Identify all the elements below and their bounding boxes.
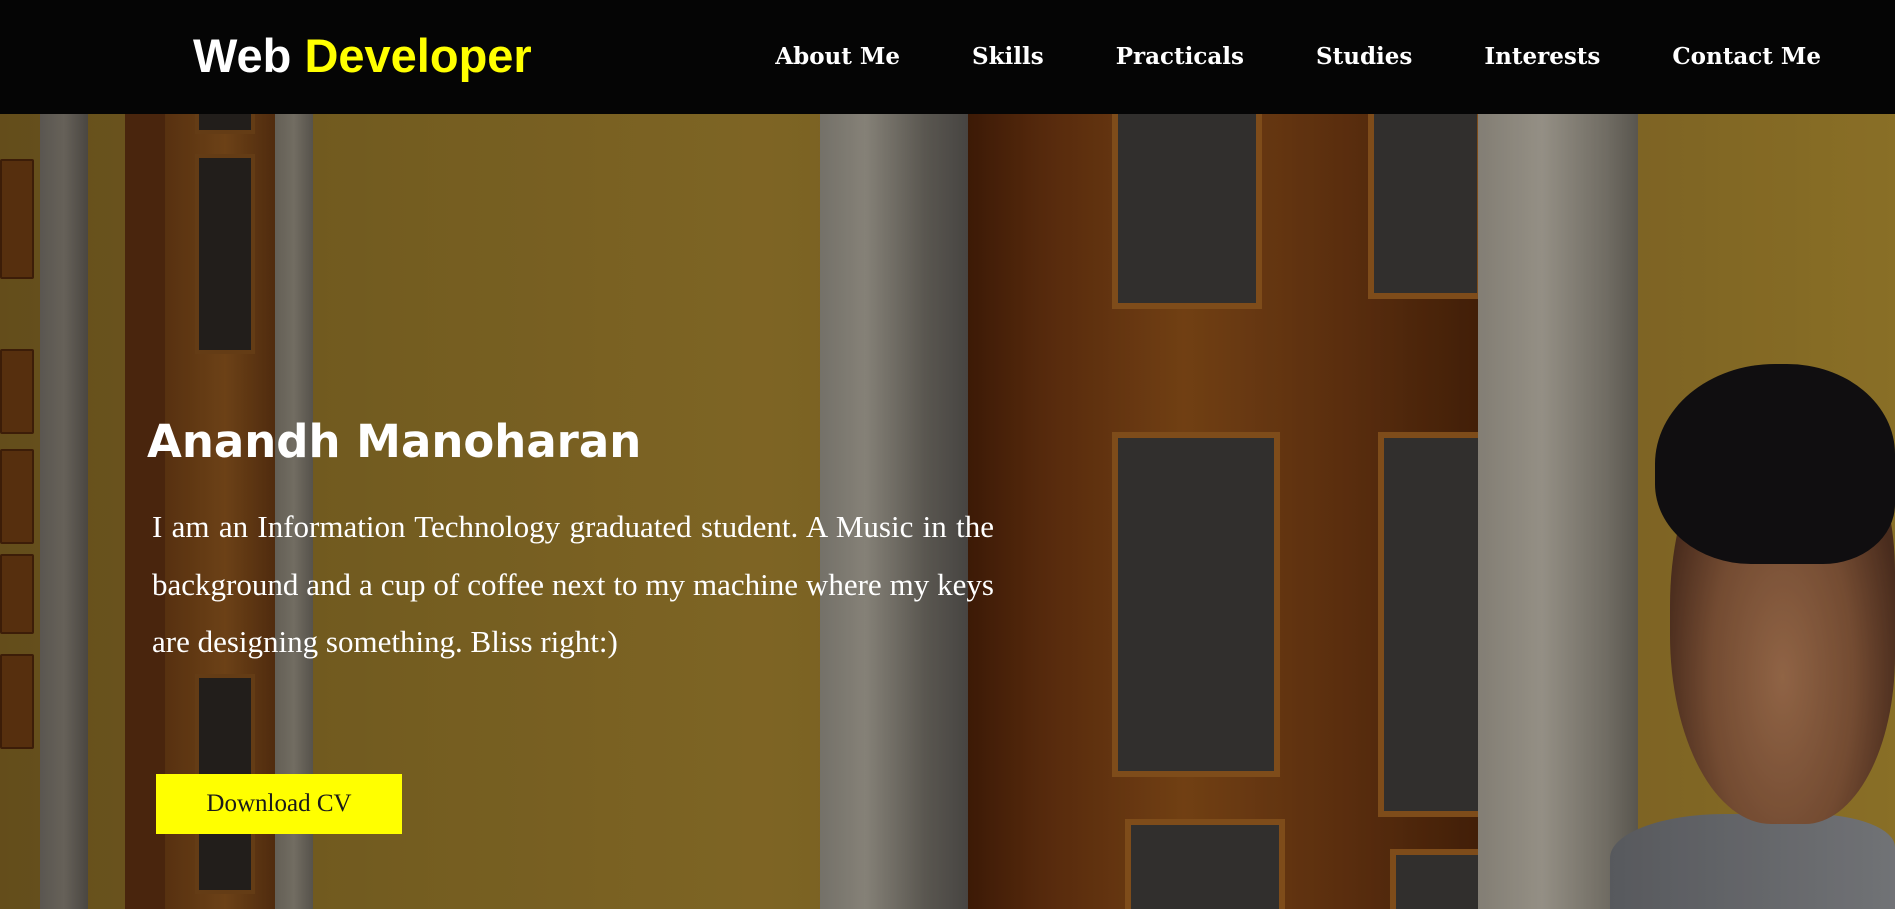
- navbar: Web Developer About Me Skills Practicals…: [0, 0, 1895, 114]
- nav-item-studies[interactable]: Studies: [1316, 40, 1412, 74]
- brand-second-word: Developer: [304, 29, 532, 82]
- download-cv-button[interactable]: Download CV: [156, 774, 402, 834]
- nav-item-skills[interactable]: Skills: [972, 40, 1044, 74]
- hero-content: Anandh Manoharan I am an Information Tec…: [0, 114, 1895, 909]
- brand-logo[interactable]: Web Developer: [193, 28, 532, 84]
- hero-bio: I am an Information Technology graduated…: [152, 509, 994, 659]
- hero-section: Anandh Manoharan I am an Information Tec…: [0, 114, 1895, 909]
- nav-item-about-me[interactable]: About Me: [775, 40, 900, 74]
- brand-first-word: Web: [193, 29, 292, 82]
- nav-item-contact-me[interactable]: Contact Me: [1672, 40, 1821, 74]
- nav-item-interests[interactable]: Interests: [1484, 40, 1600, 74]
- nav-menu: About Me Skills Practicals Studies Inter…: [703, 40, 1821, 74]
- hero-name: Anandh Manoharan: [147, 415, 642, 468]
- nav-item-practicals[interactable]: Practicals: [1116, 40, 1244, 74]
